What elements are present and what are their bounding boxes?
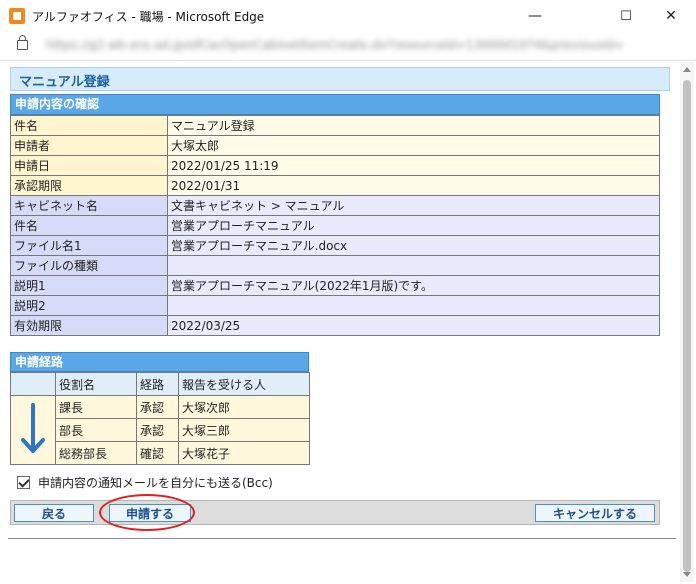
scroll-up-icon[interactable] xyxy=(683,67,691,72)
route-header-row: 役割名 経路 報告を受ける人 xyxy=(10,372,310,396)
route-role: 総務部長 xyxy=(55,441,137,465)
table-row: ファイル名1 営業アプローチマニュアル.docx xyxy=(10,235,660,256)
lock-icon xyxy=(17,35,28,50)
arrow-down-icon xyxy=(21,402,45,453)
route-col-person: 報告を受ける人 xyxy=(178,372,310,396)
url-text[interactable]: https://g2.wb.ens.ad.jp/ofCacOpenCabinet… xyxy=(46,38,666,54)
minimize-icon: — xyxy=(528,8,542,24)
close-icon: ✕ xyxy=(665,8,677,24)
row-value: 2022/01/31 xyxy=(167,175,660,196)
close-button[interactable]: ✕ xyxy=(648,0,694,32)
row-label: 申請者 xyxy=(10,135,168,156)
back-button[interactable]: 戻る xyxy=(14,504,94,522)
table-row: 部長 承認 大塚三郎 xyxy=(11,418,310,442)
row-label: 説明2 xyxy=(10,295,168,316)
route-role: 課長 xyxy=(55,395,137,419)
notify-checkbox[interactable] xyxy=(17,475,30,489)
route-col-type: 経路 xyxy=(136,372,179,396)
route-person: 大塚三郎 xyxy=(178,418,310,442)
table-row: 課長 承認 大塚次郎 xyxy=(10,395,310,465)
window-title: アルファオフィス - 職場 - Microsoft Edge xyxy=(32,10,265,24)
table-row: 申請者 大塚太郎 xyxy=(10,135,660,156)
row-value: 営業アプローチマニュアル.docx xyxy=(167,235,660,256)
route-role: 部長 xyxy=(55,418,137,442)
notify-option[interactable]: 申請内容の通知メールを自分にも送る(Bcc) xyxy=(17,473,273,491)
address-bar[interactable]: https://g2.wb.ens.ad.jp/ofCacOpenCabinet… xyxy=(0,32,696,61)
table-row: 承認期限 2022/01/31 xyxy=(10,175,660,196)
row-label: 申請日 xyxy=(10,155,168,176)
row-label: キャビネット名 xyxy=(10,195,168,216)
table-row: 件名 営業アプローチマニュアル xyxy=(10,215,660,236)
row-value xyxy=(167,255,660,276)
divider xyxy=(8,538,676,539)
route-person: 大塚花子 xyxy=(178,441,310,465)
table-row: 説明1 営業アプローチマニュアル(2022年1月版)です。 xyxy=(10,275,660,296)
route-col-role: 役割名 xyxy=(55,372,137,396)
table-row: 有効期限 2022/03/25 xyxy=(10,315,660,336)
button-bar: 戻る 申請する キャンセルする xyxy=(10,500,660,525)
app-icon xyxy=(9,8,25,24)
row-value: マニュアル登録 xyxy=(167,115,660,136)
table-row: 説明2 xyxy=(10,295,660,316)
row-value: 営業アプローチマニュアル xyxy=(167,215,660,236)
row-label: 承認期限 xyxy=(10,175,168,196)
page-header: マニュアル登録 xyxy=(10,67,670,91)
minimize-button[interactable]: — xyxy=(512,0,558,32)
maximize-icon: ☐ xyxy=(620,8,632,24)
route-header: 申請経路 xyxy=(10,352,309,372)
route-type: 承認 xyxy=(136,395,179,419)
confirmation-table: 件名 マニュアル登録 申請者 大塚太郎 申請日 2022/01/25 11:19 承認… xyxy=(10,115,660,336)
row-label: 件名 xyxy=(10,215,168,236)
scrollbar-thumb[interactable] xyxy=(683,80,691,572)
route-header-blank xyxy=(10,372,56,396)
row-label: 有効期限 xyxy=(10,315,168,336)
row-value: 営業アプローチマニュアル(2022年1月版)です。 xyxy=(167,275,660,296)
maximize-button[interactable]: ☐ xyxy=(603,0,649,32)
confirmation-header: 申請内容の確認 xyxy=(10,94,660,115)
route-table: 役割名 経路 報告を受ける人 課長 承認 大塚次郎 部長 承認 大塚三郎 総務部… xyxy=(10,372,310,465)
window-titlebar: アルファオフィス - 職場 - Microsoft Edge — ☐ ✕ xyxy=(0,0,696,33)
row-value: 大塚太郎 xyxy=(167,135,660,156)
cancel-button[interactable]: キャンセルする xyxy=(535,504,655,522)
table-row: キャビネット名 文書キャビネット > マニュアル xyxy=(10,195,660,216)
notify-label[interactable]: 申請内容の通知メールを自分にも送る(Bcc) xyxy=(38,474,273,491)
table-row: 申請日 2022/01/25 11:19 xyxy=(10,155,660,176)
table-row: ファイルの種類 xyxy=(10,255,660,276)
row-label: 件名 xyxy=(10,115,168,136)
table-row: 総務部長 確認 大塚花子 xyxy=(11,441,310,465)
page-title: マニュアル登録 xyxy=(19,75,110,90)
route-arrow-cell xyxy=(10,395,56,465)
row-value xyxy=(167,295,660,316)
row-value: 2022/01/25 11:19 xyxy=(167,155,660,176)
route-person: 大塚次郎 xyxy=(178,395,310,419)
row-label: 説明1 xyxy=(10,275,168,296)
submit-button[interactable]: 申請する xyxy=(109,504,191,522)
row-label: ファイルの種類 xyxy=(10,255,168,276)
row-label: ファイル名1 xyxy=(10,235,168,256)
route-type: 確認 xyxy=(136,441,179,465)
route-type: 承認 xyxy=(136,418,179,442)
scroll-down-icon[interactable] xyxy=(683,572,691,577)
row-value: 文書キャビネット > マニュアル xyxy=(167,195,660,216)
row-value: 2022/03/25 xyxy=(167,315,660,336)
table-row: 件名 マニュアル登録 xyxy=(10,115,660,136)
vertical-scrollbar[interactable] xyxy=(680,62,694,582)
